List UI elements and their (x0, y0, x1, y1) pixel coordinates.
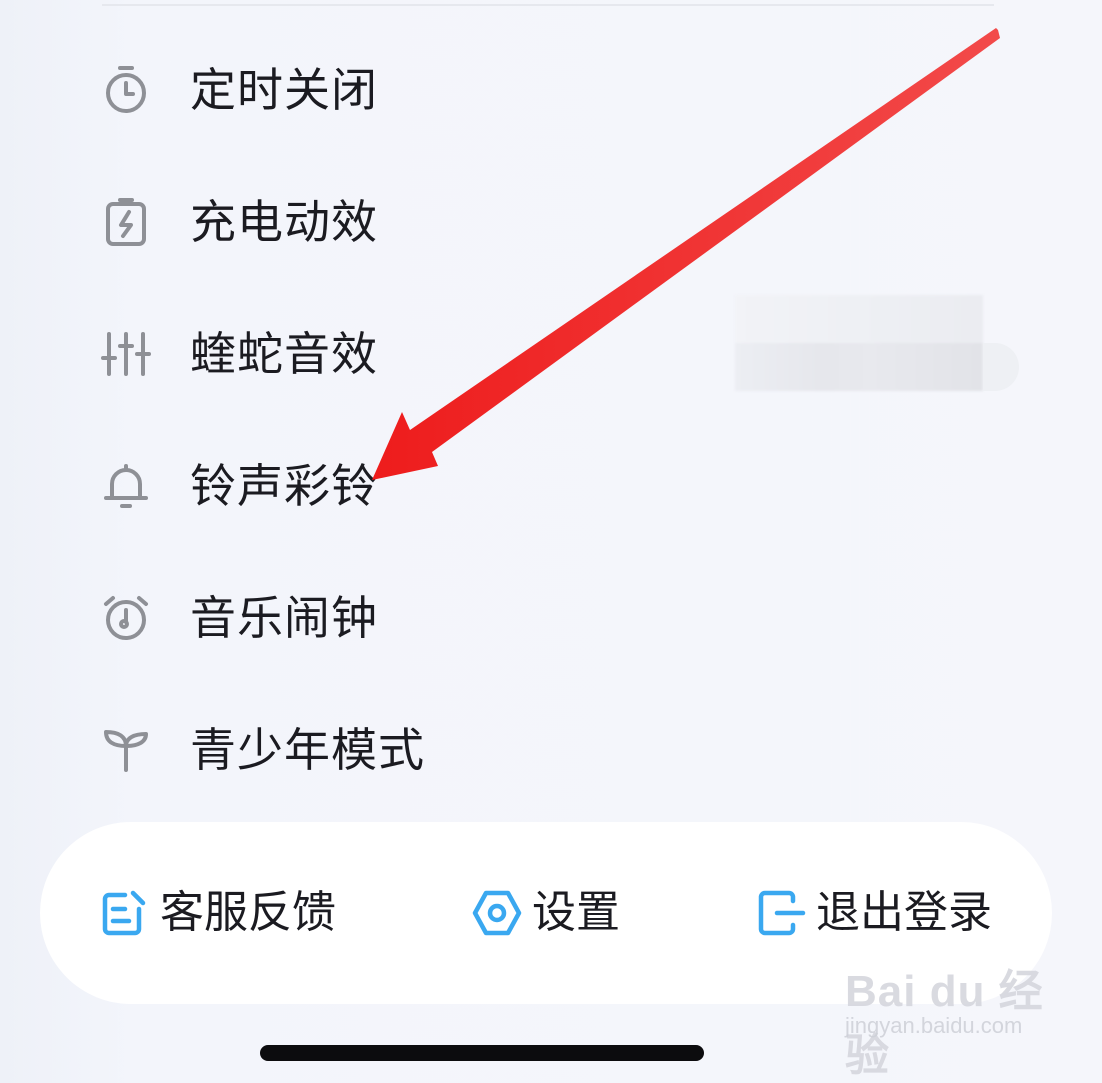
logout-icon (754, 886, 808, 940)
feedback-button[interactable]: 客服反馈 (98, 883, 336, 943)
feedback-edit-icon (98, 886, 152, 940)
bottom-action-bar: 客服反馈 设置 退出登录 (40, 822, 1052, 1004)
home-indicator[interactable] (260, 1045, 704, 1061)
timer-icon (100, 64, 152, 116)
logout-label: 退出登录 (816, 887, 992, 938)
menu-item-label: 铃声彩铃 (190, 459, 378, 513)
charging-battery-icon (100, 196, 152, 248)
menu-item-timer-off[interactable]: 定时关闭 (100, 45, 620, 135)
blurred-content (735, 295, 983, 391)
watermark-url: jingyan.baidu.com (845, 1013, 1023, 1038)
menu-item-charging-effect[interactable]: 充电动效 (100, 177, 620, 267)
settings-label: 设置 (532, 887, 620, 938)
menu-item-label: 蝰蛇音效 (190, 327, 378, 381)
menu-item-label: 充电动效 (190, 195, 378, 249)
menu-item-viper-sound[interactable]: 蝰蛇音效 (100, 309, 620, 399)
menu-item-youth-mode[interactable]: 青少年模式 (100, 705, 620, 795)
settings-hexagon-icon (470, 886, 524, 940)
feedback-label: 客服反馈 (160, 887, 336, 938)
menu-item-music-alarm[interactable]: 音乐闹钟 (100, 573, 620, 663)
alarm-clock-icon (100, 592, 152, 644)
top-divider (102, 4, 994, 6)
menu-item-ringtone[interactable]: 铃声彩铃 (100, 441, 620, 531)
menu-item-label: 青少年模式 (190, 723, 425, 777)
menu-item-label: 定时关闭 (190, 63, 378, 117)
menu-item-label: 音乐闹钟 (190, 591, 378, 645)
equalizer-icon (100, 328, 152, 380)
sprout-icon (100, 724, 152, 776)
blurred-content-edge (983, 343, 1019, 391)
settings-button[interactable]: 设置 (470, 883, 620, 943)
bell-icon (100, 460, 152, 512)
logout-button[interactable]: 退出登录 (754, 883, 992, 943)
